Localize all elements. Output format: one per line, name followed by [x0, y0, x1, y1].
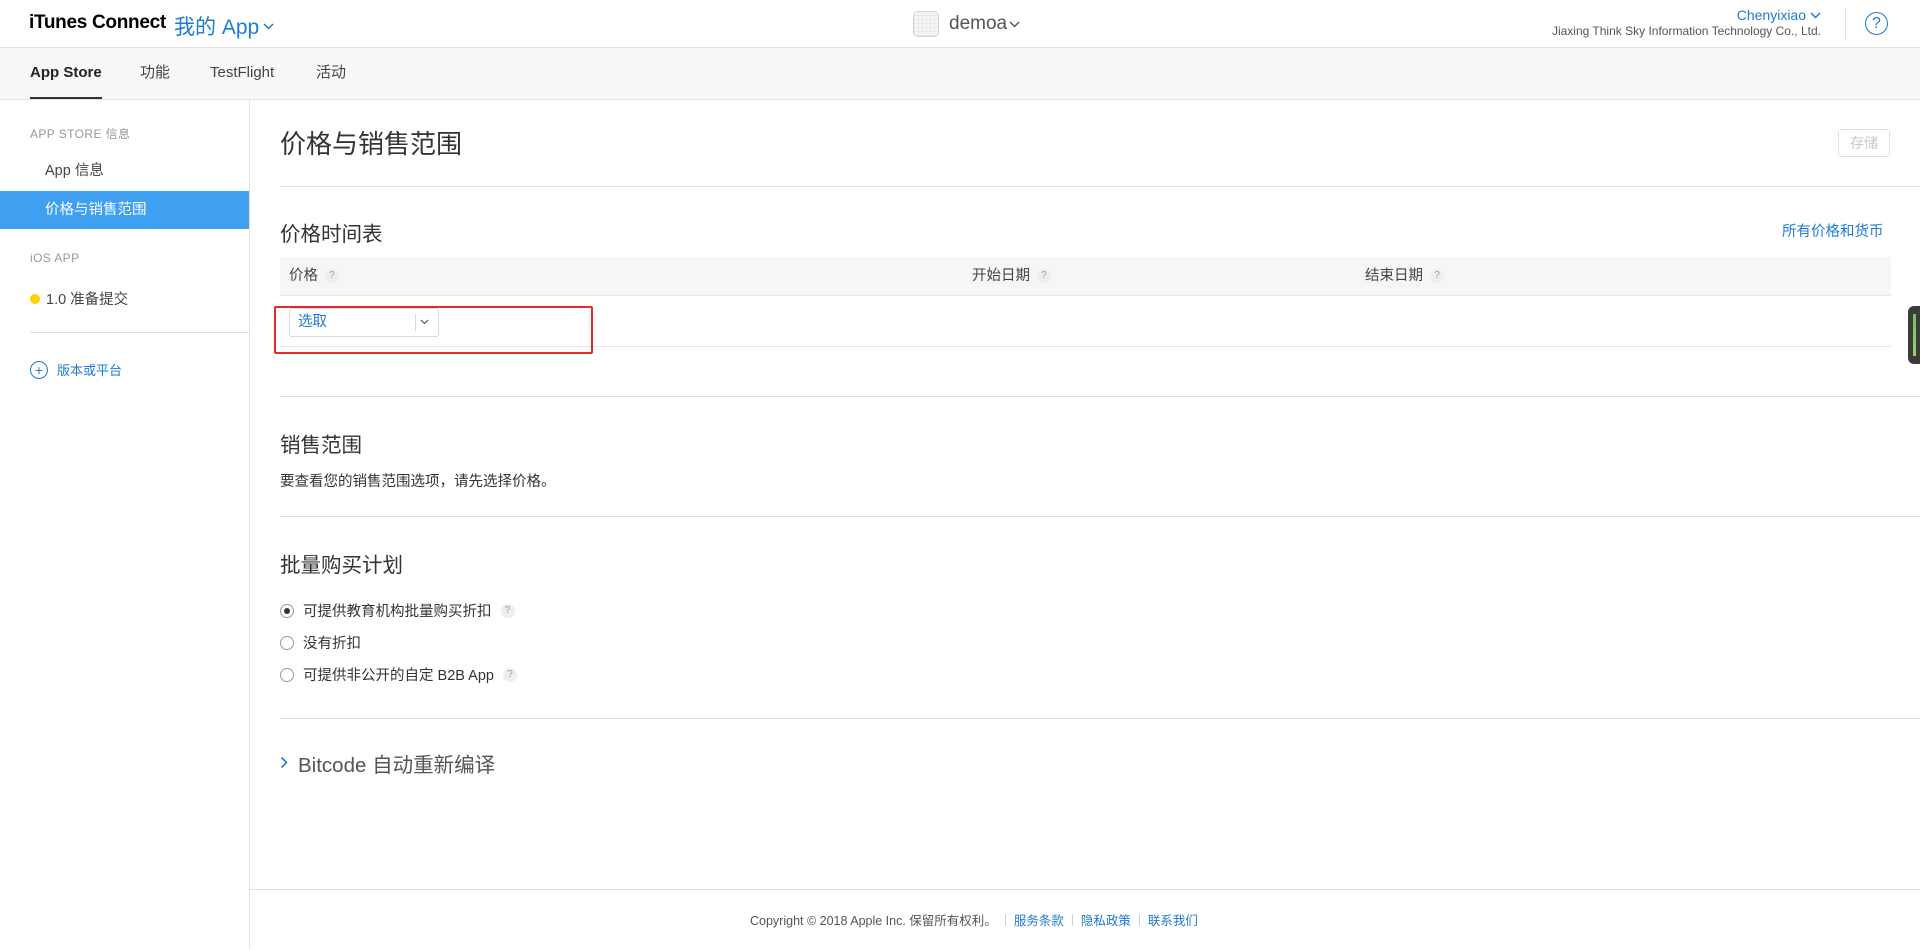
bitcode-label: Bitcode 自动重新编译 — [298, 754, 496, 777]
price-select[interactable]: 选取 — [289, 308, 439, 337]
column-label: 结束日期 — [1365, 268, 1423, 284]
chevron-right-icon — [280, 752, 288, 775]
my-app-menu[interactable]: 我的 App — [174, 11, 274, 41]
brand-title: iTunes Connect — [29, 12, 166, 33]
main-content: 价格与销售范围 存储 价格时间表 所有价格和货币 价格 ? 开始日期 ? 结束日… — [250, 100, 1920, 949]
my-app-label: 我的 App — [174, 16, 260, 39]
add-version-button[interactable]: + 版本或平台 — [30, 360, 122, 379]
tab-bar: App Store 功能 TestFlight 活动 — [0, 48, 1920, 100]
divider — [30, 332, 249, 333]
terms-link[interactable]: 服务条款 — [1014, 910, 1064, 929]
column-header-end-date: 结束日期 ? — [1365, 257, 1444, 295]
chevron-down-icon — [263, 22, 274, 30]
help-icon[interactable]: ? — [1865, 12, 1888, 35]
radio-label: 可提供教育机构批量购买折扣 — [303, 604, 492, 620]
add-version-label: 版本或平台 — [57, 363, 123, 378]
chevron-down-icon — [420, 309, 429, 336]
radio-button[interactable] — [280, 603, 294, 618]
copyright-text: Copyright © 2018 Apple Inc. 保留所有权利。 — [750, 914, 997, 928]
divider — [280, 186, 1920, 187]
bitcode-section-toggle[interactable]: Bitcode 自动重新编译 — [280, 748, 495, 778]
chevron-down-icon — [1009, 20, 1020, 28]
column-label: 价格 — [289, 268, 318, 284]
radio-custom-b2b[interactable]: 可提供非公开的自定 B2B App ? — [280, 664, 517, 685]
divider — [1071, 913, 1073, 926]
help-icon[interactable]: ? — [500, 603, 515, 618]
tab-activity[interactable]: 活动 — [316, 48, 346, 99]
radio-button[interactable] — [280, 635, 294, 650]
price-table-header: 价格 ? 开始日期 ? 结束日期 ? — [280, 257, 1891, 296]
sidebar-item-version[interactable]: 1.0 准备提交 — [30, 288, 128, 309]
user-menu[interactable]: Chenyixiao — [1552, 7, 1821, 23]
divider — [1138, 913, 1140, 926]
divider — [280, 396, 1920, 397]
sidebar-section-ios-app: iOS APP — [30, 251, 80, 265]
sidebar-section-app-store-info: APP STORE 信息 — [30, 127, 131, 141]
user-name: Chenyixiao — [1736, 7, 1806, 23]
sidebar: APP STORE 信息 App 信息 价格与销售范围 iOS APP 1.0 … — [0, 100, 250, 949]
radio-button[interactable] — [280, 667, 294, 682]
tab-testflight[interactable]: TestFlight — [210, 48, 274, 99]
help-icon[interactable]: ? — [1430, 269, 1444, 283]
divider — [280, 516, 1920, 517]
column-header-price: 价格 ? — [289, 257, 339, 295]
app-selector[interactable]: demoa — [913, 11, 1020, 37]
organization-name: Jiaxing Think Sky Information Technology… — [1551, 24, 1821, 38]
divider — [415, 314, 416, 331]
radio-label: 没有折扣 — [303, 636, 361, 652]
user-account: Chenyixiao Jiaxing Think Sky Information… — [1552, 7, 1821, 38]
availability-title: 销售范围 — [280, 434, 362, 457]
divider — [1004, 913, 1006, 926]
sidebar-item-app-info[interactable]: App 信息 — [0, 152, 249, 190]
all-prices-link[interactable]: 所有价格和货币 — [1782, 220, 1884, 241]
availability-text: 要查看您的销售范围选项，请先选择价格。 — [280, 474, 556, 490]
side-widget-tab[interactable] — [1908, 306, 1920, 364]
app-icon — [913, 11, 939, 37]
tab-features[interactable]: 功能 — [140, 48, 170, 99]
chevron-down-icon — [1810, 11, 1821, 19]
volume-purchase-title: 批量购买计划 — [280, 554, 403, 577]
tab-app-store[interactable]: App Store — [30, 48, 102, 99]
divider — [1845, 8, 1846, 40]
column-header-start-date: 开始日期 ? — [972, 257, 1051, 295]
price-select-value: 选取 — [298, 314, 327, 330]
radio-label: 可提供非公开的自定 B2B App — [303, 668, 494, 684]
table-row: 选取 — [280, 296, 1891, 347]
top-header: iTunes Connect 我的 App demoa Chenyixiao J… — [0, 0, 1920, 48]
radio-education-discount[interactable]: 可提供教育机构批量购买折扣 ? — [280, 600, 515, 621]
privacy-link[interactable]: 隐私政策 — [1081, 910, 1131, 929]
plus-circle-icon: + — [30, 360, 48, 379]
app-name: demoa — [949, 13, 1008, 34]
radio-no-discount[interactable]: 没有折扣 — [280, 632, 361, 653]
sidebar-item-pricing[interactable]: 价格与销售范围 — [0, 191, 249, 229]
help-icon[interactable]: ? — [325, 269, 339, 283]
page-title: 价格与销售范围 — [280, 129, 463, 159]
save-button[interactable]: 存储 — [1838, 129, 1890, 157]
contact-link[interactable]: 联系我们 — [1148, 910, 1198, 929]
footer: Copyright © 2018 Apple Inc. 保留所有权利。 服务条款… — [250, 889, 1920, 950]
price-schedule-title: 价格时间表 — [280, 223, 383, 246]
divider — [280, 718, 1920, 719]
version-label: 1.0 准备提交 — [46, 292, 129, 308]
column-label: 开始日期 — [972, 268, 1030, 284]
help-icon[interactable]: ? — [502, 667, 517, 682]
help-icon[interactable]: ? — [1037, 269, 1051, 283]
footer-links: Copyright © 2018 Apple Inc. 保留所有权利。 服务条款… — [750, 910, 1198, 929]
status-dot-icon — [30, 293, 40, 304]
